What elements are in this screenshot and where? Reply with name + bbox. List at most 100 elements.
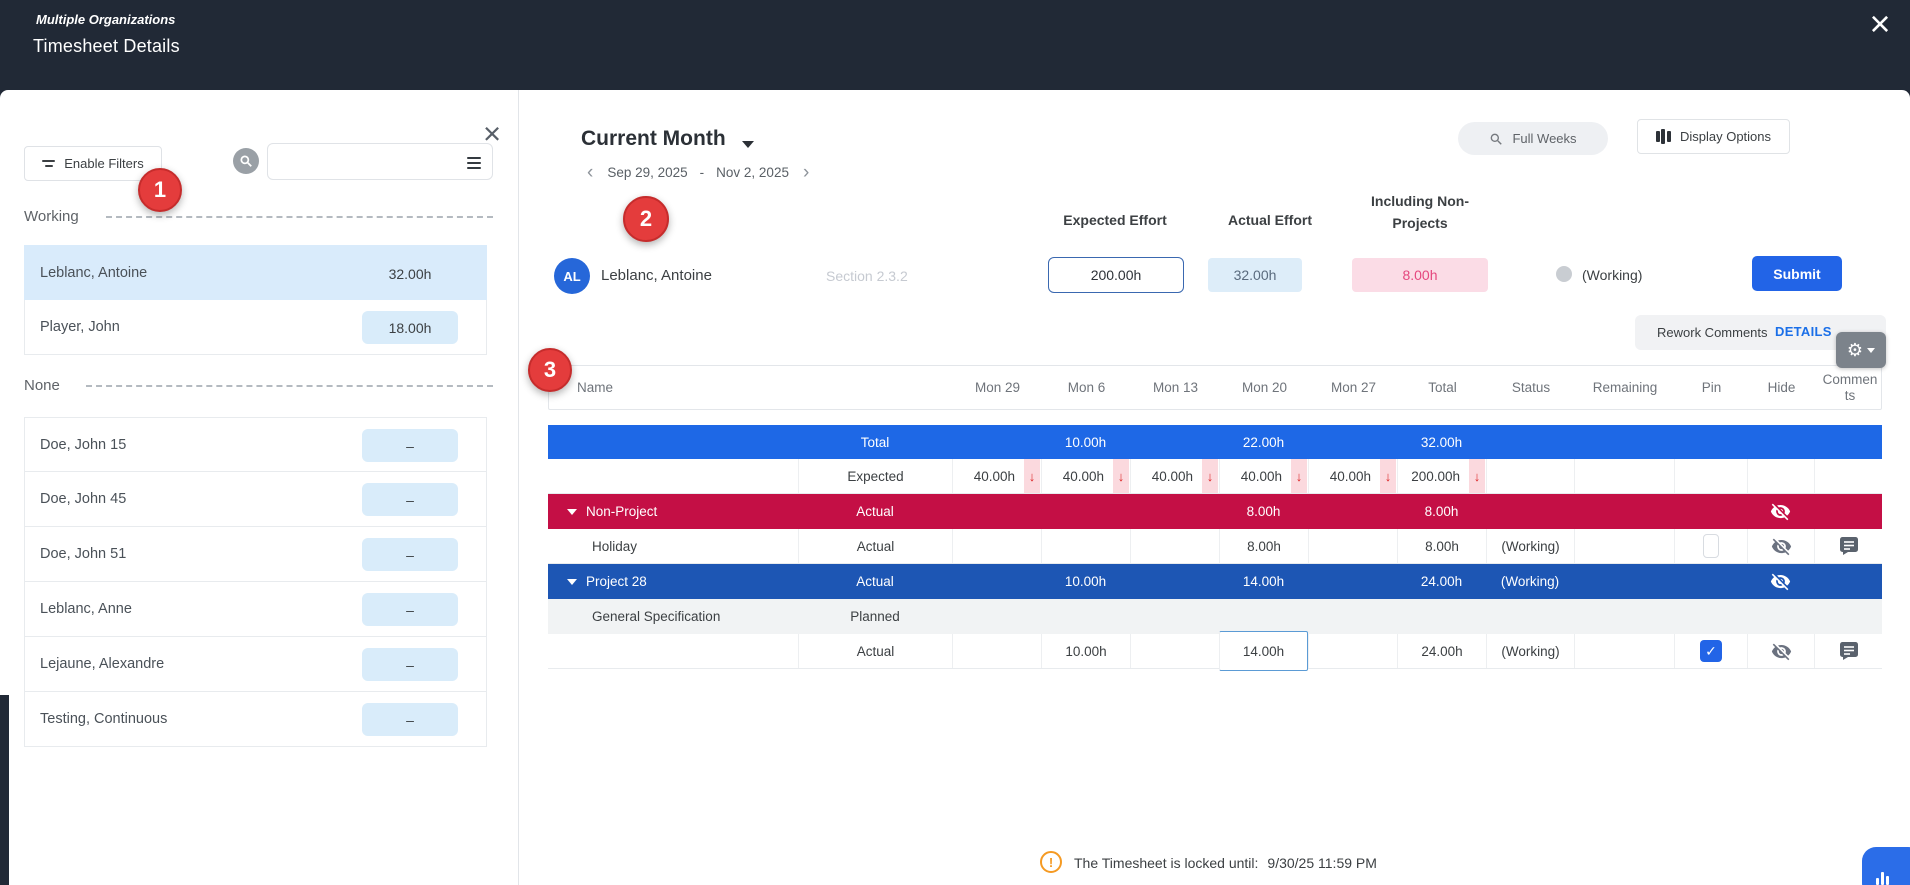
- task-name-cell: Holiday: [548, 529, 798, 563]
- pin-checkbox-checked[interactable]: ✓: [1700, 640, 1722, 662]
- comment-icon[interactable]: [1839, 536, 1859, 556]
- including-non-projects-header: Including Non-Projects: [1352, 190, 1488, 235]
- display-options-button[interactable]: Display Options: [1637, 119, 1790, 154]
- column-header-week: Mon 6: [1042, 366, 1131, 409]
- rework-comments-button[interactable]: Rework Comments: [1657, 325, 1768, 340]
- column-header-comments: Comments: [1821, 366, 1879, 409]
- locked-message-text: The Timesheet is locked until:: [1074, 855, 1258, 871]
- column-header-week: Mon 27: [1309, 366, 1398, 409]
- panel-divider: [518, 90, 519, 885]
- grid-row-general-specification: General Specification Planned: [548, 599, 1882, 634]
- member-name: Testing, Continuous: [40, 711, 167, 727]
- list-item[interactable]: Leblanc, Anne –: [24, 582, 487, 637]
- status-cell: (Working): [1486, 634, 1574, 668]
- grid-settings-button[interactable]: ⚙: [1836, 332, 1886, 368]
- hours-cell: 14.00h: [1219, 564, 1308, 599]
- eye-off-icon[interactable]: [1771, 536, 1792, 557]
- timesheet-user-section: Section 2.3.2: [826, 268, 908, 284]
- grid-row-holiday: Holiday Actual 8.00h 8.00h (Working): [548, 529, 1882, 564]
- member-hours: –: [362, 593, 458, 626]
- collapse-icon[interactable]: [567, 509, 577, 515]
- warning-icon: !: [1040, 851, 1062, 873]
- period-dropdown[interactable]: Current Month: [581, 127, 726, 151]
- locked-message: The Timesheet is locked until: 9/30/25 1…: [1074, 855, 1377, 871]
- list-item[interactable]: Doe, John 15 –: [24, 417, 487, 472]
- hours-cell: 10.00h: [1041, 425, 1130, 459]
- grid-row-project-28: Project 28 Actual 10.00h 14.00h 24.00h (…: [548, 564, 1882, 599]
- decrease-arrow-icon: ↓: [1380, 459, 1396, 493]
- working-divider: [106, 216, 493, 218]
- hours-cell: 10.00h: [1041, 564, 1130, 599]
- chart-corner-button[interactable]: [1862, 847, 1910, 885]
- group-name-cell[interactable]: Non-Project: [548, 494, 798, 529]
- grid-row-project-actual: Actual 10.00h 14.00h 24.00h (Working) ✓: [548, 634, 1882, 669]
- eye-off-icon[interactable]: [1770, 571, 1791, 592]
- close-icon[interactable]: ×: [1858, 2, 1902, 46]
- collapse-icon[interactable]: [567, 579, 577, 585]
- decrease-arrow-icon: ↓: [1202, 459, 1218, 493]
- enable-filters-label: Enable Filters: [64, 156, 143, 171]
- row-label: Actual: [798, 529, 952, 563]
- member-name: Lejaune, Alexandre: [40, 656, 164, 672]
- chevron-down-icon: [1867, 348, 1875, 353]
- task-name-cell: General Specification: [548, 599, 798, 634]
- member-name: Doe, John 45: [40, 491, 126, 507]
- submit-button[interactable]: Submit: [1752, 256, 1842, 291]
- page-title: Timesheet Details: [33, 36, 180, 57]
- including-non-projects-value: 8.00h: [1352, 258, 1488, 292]
- group-label-none: None: [24, 377, 60, 394]
- list-item[interactable]: Doe, John 45 –: [24, 472, 487, 527]
- pin-checkbox[interactable]: [1703, 534, 1719, 558]
- menu-icon[interactable]: [467, 157, 481, 169]
- dialog-header: Multiple Organizations Timesheet Details…: [0, 0, 1910, 90]
- enable-filters-button[interactable]: Enable Filters: [24, 146, 162, 181]
- list-item[interactable]: Doe, John 51 –: [24, 527, 487, 582]
- gear-icon: ⚙: [1847, 341, 1863, 359]
- chevron-down-icon[interactable]: [742, 141, 754, 148]
- backdrop-sliver: [0, 695, 9, 885]
- row-label: Planned: [798, 599, 952, 634]
- details-link[interactable]: DETAILS: [1775, 324, 1832, 339]
- row-label: Actual: [798, 634, 952, 668]
- status-dot-icon: [1556, 266, 1572, 282]
- total-hours-cell: 32.00h: [1397, 425, 1486, 459]
- actual-effort-value: 32.00h: [1208, 258, 1302, 292]
- timesheet-grid: Name Mon 29 Mon 6 Mon 13 Mon 20 Mon 27 T…: [548, 365, 1882, 669]
- hours-input-cell[interactable]: 14.00h: [1219, 631, 1308, 671]
- next-period-icon[interactable]: ›: [801, 163, 811, 182]
- row-label: Total: [798, 425, 952, 459]
- list-item[interactable]: Lejaune, Alexandre –: [24, 637, 487, 692]
- locked-until-date: 9/30/25 11:59 PM: [1267, 855, 1376, 871]
- column-header-week: Mon 29: [953, 366, 1042, 409]
- expected-effort-input[interactable]: [1048, 257, 1184, 293]
- total-hours-cell: 8.00h: [1397, 529, 1486, 563]
- full-weeks-toggle[interactable]: Full Weeks: [1458, 122, 1608, 155]
- bar-chart-icon: [1876, 872, 1889, 885]
- member-name: Player, John: [40, 319, 120, 335]
- column-header-status: Status: [1487, 366, 1575, 409]
- status-cell: (Working): [1486, 564, 1574, 599]
- actual-effort-header: Actual Effort: [1195, 212, 1345, 228]
- member-hours: –: [362, 429, 458, 462]
- work-surface: × Enable Filters 1 Working Leblanc, Anto…: [0, 90, 1910, 885]
- decrease-arrow-icon: ↓: [1113, 459, 1129, 493]
- hours-cell: 10.00h: [1041, 634, 1130, 668]
- total-hours-cell: 8.00h: [1397, 494, 1486, 529]
- expected-hours-cell: 40.00h ↓: [952, 459, 1041, 493]
- comment-icon[interactable]: [1839, 641, 1859, 661]
- date-range-start: Sep 29, 2025: [607, 165, 687, 180]
- prev-period-icon[interactable]: ‹: [585, 163, 595, 182]
- search-icon: [1489, 132, 1503, 146]
- member-hours: –: [362, 483, 458, 516]
- date-range-nav: ‹ Sep 29, 2025 - Nov 2, 2025 ›: [585, 163, 811, 182]
- member-search-input[interactable]: [278, 148, 453, 175]
- expected-hours-cell: 40.00h ↓: [1219, 459, 1308, 493]
- timesheet-details-dialog: Multiple Organizations Timesheet Details…: [0, 0, 1910, 885]
- eye-off-icon[interactable]: [1770, 501, 1791, 522]
- group-name-cell[interactable]: Project 28: [548, 564, 798, 599]
- eye-off-icon[interactable]: [1771, 641, 1792, 662]
- list-item[interactable]: Leblanc, Antoine 32.00h: [24, 245, 487, 300]
- list-item[interactable]: Player, John 18.00h: [24, 300, 487, 355]
- list-item[interactable]: Testing, Continuous –: [24, 692, 487, 747]
- search-button[interactable]: [233, 148, 259, 174]
